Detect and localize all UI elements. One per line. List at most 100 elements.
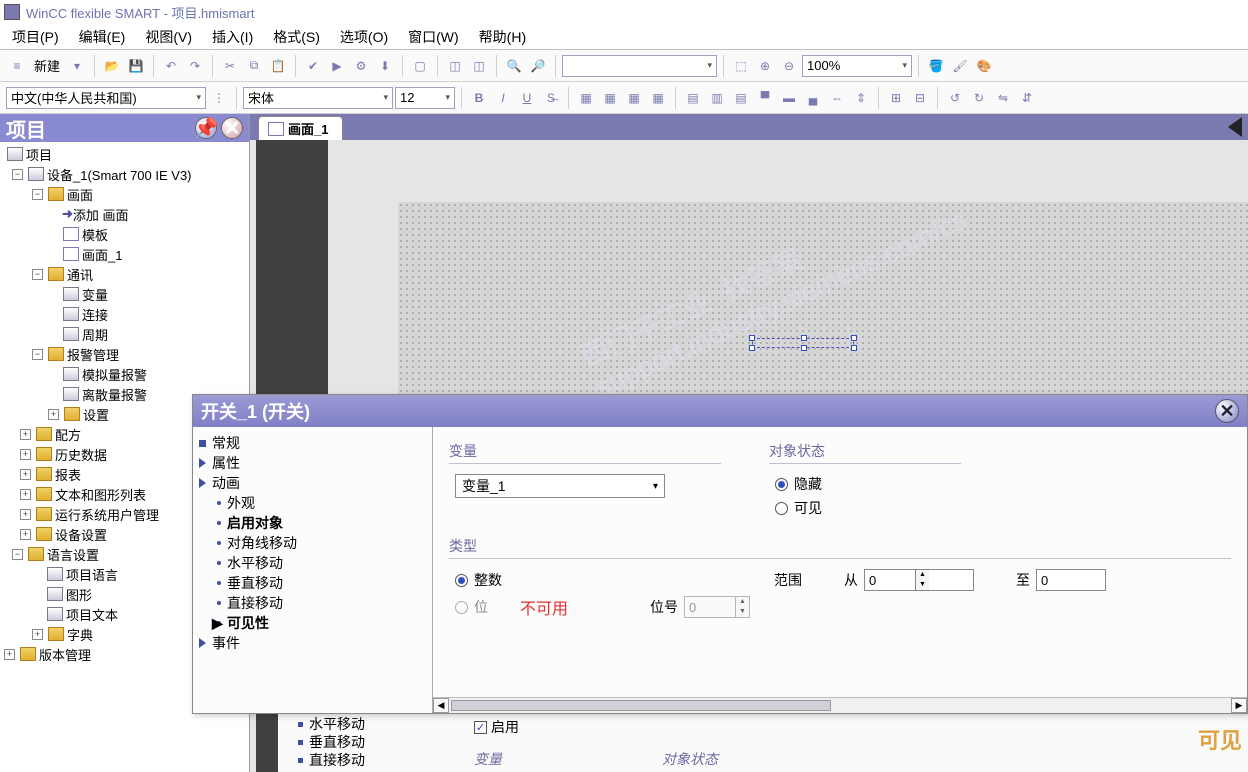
tree-device[interactable]: −设备_1(Smart 700 IE V3) [2,164,247,184]
find-icon[interactable]: 🔍 [503,55,525,77]
new-button[interactable]: 新建 [30,56,64,75]
menu-options[interactable]: 选项(O) [332,25,396,49]
zoom-combo[interactable]: 100%▾ [802,55,912,77]
radio-visible[interactable] [775,502,788,515]
scroll-thumb[interactable] [451,700,831,711]
cut-icon[interactable]: ✂ [219,55,241,77]
dialog-close-icon[interactable]: ✕ [1215,399,1239,423]
check-icon[interactable]: ✔ [302,55,324,77]
undo-icon[interactable]: ↶ [160,55,182,77]
lower-nav-horizontal[interactable]: 水平移动 [298,715,365,733]
rotate-r-icon[interactable]: ↻ [968,87,990,109]
menu-window[interactable]: 窗口(W) [400,25,467,49]
layer-icon[interactable]: ▦ [575,87,597,109]
align-mid-icon[interactable]: ▬ [778,87,800,109]
copy-icon[interactable]: ⧉ [243,55,265,77]
rotate-l-icon[interactable]: ↺ [944,87,966,109]
nav-direct-move[interactable]: 直接移动 [199,593,426,613]
font-combo[interactable]: 宋体▾ [243,87,393,109]
zoom-out-icon[interactable]: ⊖ [778,55,800,77]
nav-animation[interactable]: 动画 [199,473,426,493]
align-right-icon[interactable]: ▤ [730,87,752,109]
tag2-icon[interactable]: ◫ [468,55,490,77]
radio-integer[interactable] [455,574,468,587]
brush-icon[interactable]: 🖌 [949,55,971,77]
variable-combo[interactable]: 变量_1▾ [455,474,665,498]
compile-icon[interactable]: ⚙ [350,55,372,77]
from-up-icon[interactable]: ▲ [915,570,929,580]
canvas-tab-screen1[interactable]: 画面_1 [258,116,343,140]
tab-scroll-right-icon[interactable] [1228,117,1242,137]
nav-properties[interactable]: 属性 [199,453,426,473]
screen-icon[interactable]: ▢ [409,55,431,77]
strike-icon[interactable]: S̶ [540,87,562,109]
to-spinbox[interactable] [1036,569,1106,591]
italic-icon[interactable]: I [492,87,514,109]
snap-icon[interactable]: ⊟ [909,87,931,109]
findnext-icon[interactable]: 🔎 [527,55,549,77]
dialog-scroll-h[interactable]: ◀ ▶ [433,697,1247,713]
lang-btn-icon[interactable]: ⋮ [208,87,230,109]
layer2-icon[interactable]: ▦ [599,87,621,109]
menu-insert[interactable]: 插入(I) [204,25,261,49]
grid-icon[interactable]: ⊞ [885,87,907,109]
search-combo[interactable]: ▾ [562,55,717,77]
tree-add-screen[interactable]: ➜添加 画面 [2,204,247,224]
from-spinbox[interactable]: ▲▼ [864,569,974,591]
from-input[interactable] [865,570,915,590]
fill-icon[interactable]: 🪣 [925,55,947,77]
lower-nav-vertical[interactable]: 垂直移动 [298,733,365,751]
align-center-icon[interactable]: ▥ [706,87,728,109]
line-icon[interactable]: ≡ [6,55,28,77]
nav-visibility[interactable]: ▶可见性 [199,613,426,633]
nav-events[interactable]: 事件 [199,633,426,653]
tree-conn[interactable]: 连接 [2,304,247,324]
tree-tags[interactable]: 变量 [2,284,247,304]
tree-analog-alarm[interactable]: 模拟量报警 [2,364,247,384]
nav-vertical-move[interactable]: 垂直移动 [199,573,426,593]
enable-checkbox[interactable]: ✓ [474,721,487,734]
radio-hidden[interactable] [775,478,788,491]
tree-cycle[interactable]: 周期 [2,324,247,344]
dist-h-icon[interactable]: ⇔ [826,87,848,109]
open-icon[interactable]: 📂 [101,55,123,77]
scroll-right-icon[interactable]: ▶ [1231,698,1247,713]
dropdown-icon[interactable]: ▾ [66,55,88,77]
flip-v-icon[interactable]: ⇵ [1016,87,1038,109]
lower-nav-direct[interactable]: 直接移动 [298,751,365,769]
close-icon[interactable]: ✕ [221,117,243,139]
tree-alarm[interactable]: −报警管理 [2,344,247,364]
paste-icon[interactable]: 📋 [267,55,289,77]
scroll-left-icon[interactable]: ◀ [433,698,449,713]
download-icon[interactable]: ⬇ [374,55,396,77]
align-bot-icon[interactable]: ▄ [802,87,824,109]
save-icon[interactable]: 💾 [125,55,147,77]
from-down-icon[interactable]: ▼ [915,580,929,590]
align-top-icon[interactable]: ▀ [754,87,776,109]
tag-icon[interactable]: ◫ [444,55,466,77]
redo-icon[interactable]: ↷ [184,55,206,77]
select-icon[interactable]: ⬚ [730,55,752,77]
pin-icon[interactable]: 📌 [195,117,217,139]
tree-comm[interactable]: −通讯 [2,264,247,284]
menu-format[interactable]: 格式(S) [265,25,328,49]
nav-diagonal-move[interactable]: 对角线移动 [199,533,426,553]
tree-screen1[interactable]: 画面_1 [2,244,247,264]
menu-edit[interactable]: 编辑(E) [71,25,134,49]
tree-root[interactable]: 项目 [2,144,247,164]
tree-template[interactable]: 模板 [2,224,247,244]
tree-screens[interactable]: −画面 [2,184,247,204]
fontsize-combo[interactable]: 12▾ [395,87,455,109]
align-left-icon[interactable]: ▤ [682,87,704,109]
layer4-icon[interactable]: ▦ [647,87,669,109]
nav-enable-object[interactable]: 启用对象 [199,513,426,533]
flip-h-icon[interactable]: ⇋ [992,87,1014,109]
color-icon[interactable]: 🎨 [973,55,995,77]
to-input[interactable] [1037,570,1087,590]
underline-icon[interactable]: U [516,87,538,109]
nav-horizontal-move[interactable]: 水平移动 [199,553,426,573]
dist-v-icon[interactable]: ⇕ [850,87,872,109]
switch-object[interactable] [752,338,854,348]
bold-icon[interactable]: B [468,87,490,109]
language-combo[interactable]: 中文(中华人民共和国)▾ [6,87,206,109]
